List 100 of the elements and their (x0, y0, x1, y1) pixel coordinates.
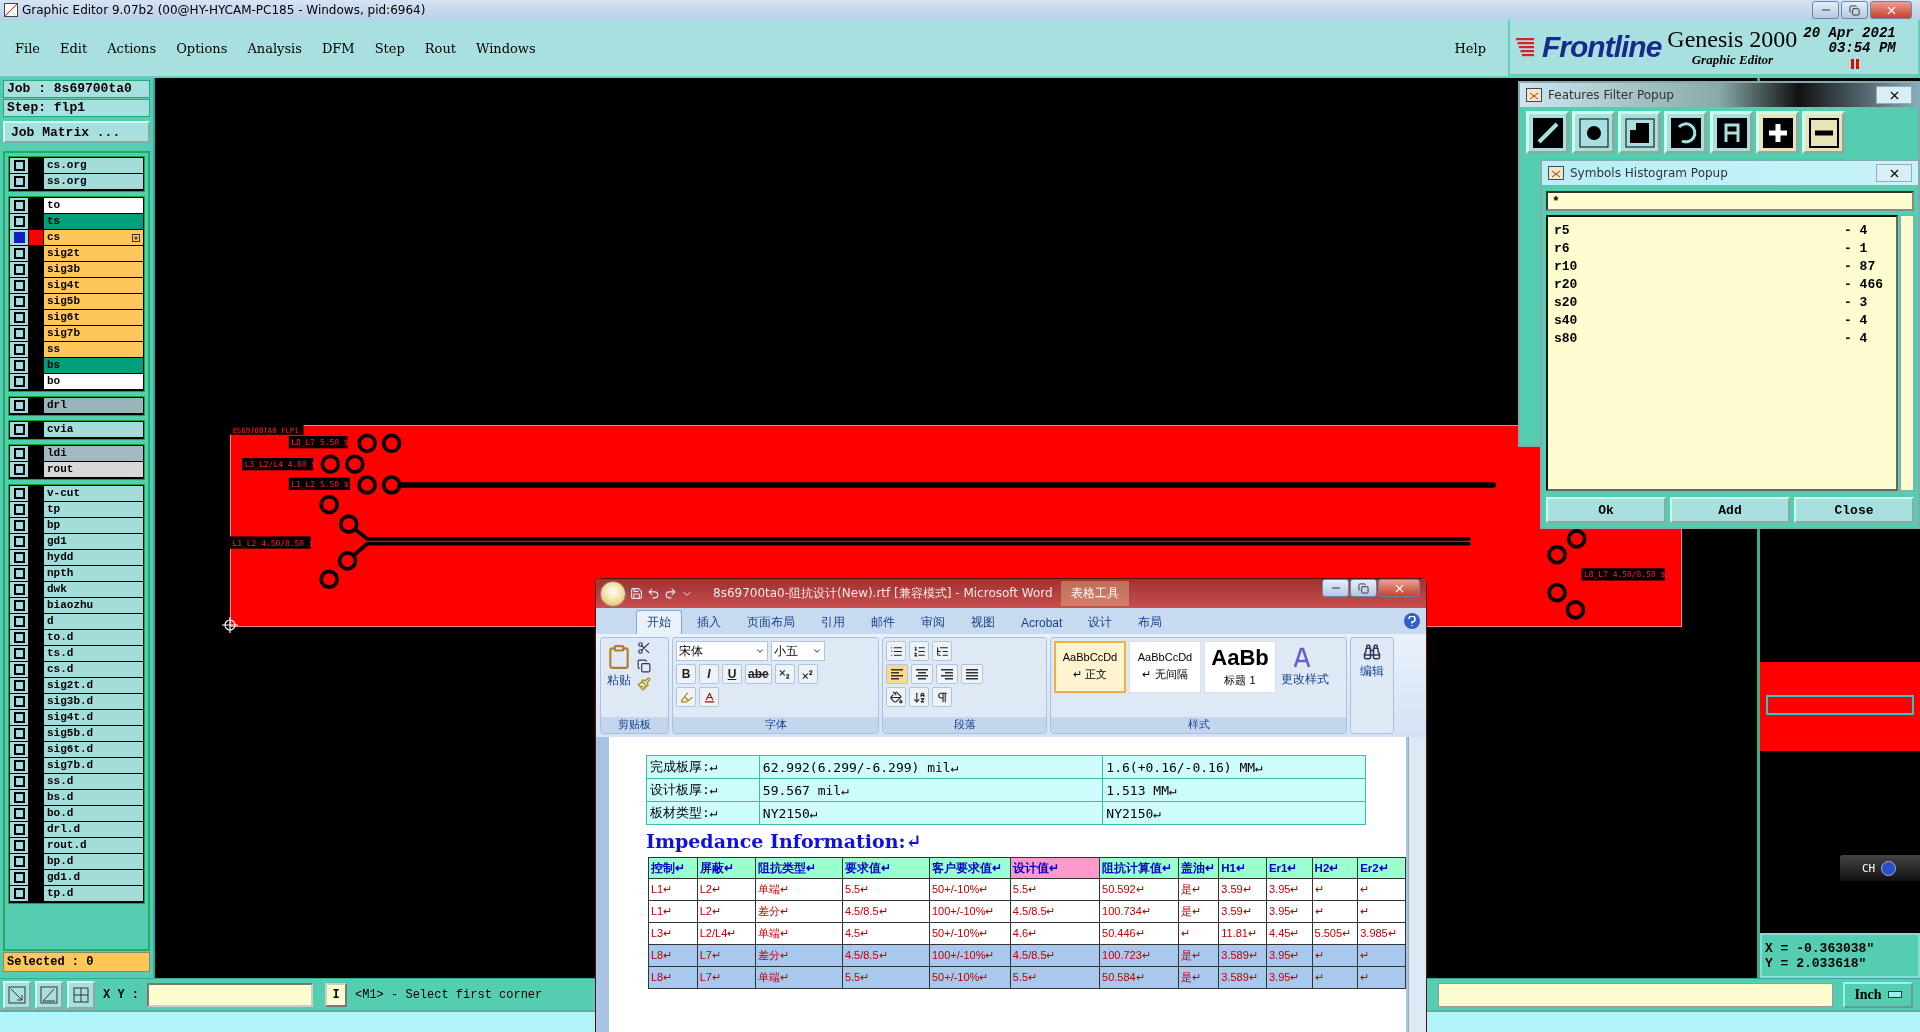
layer-checkbox[interactable] (13, 712, 25, 723)
layer-checkbox[interactable] (13, 280, 25, 291)
layer-checkbox[interactable] (13, 696, 25, 707)
font-style-button[interactable]: I (699, 664, 719, 684)
alignment-button[interactable] (911, 664, 933, 684)
layer-checkbox[interactable] (13, 464, 25, 475)
layer-name[interactable]: v-cut (44, 486, 143, 501)
layer-name[interactable]: bo.d (44, 806, 143, 821)
layer-name[interactable]: sig2t (44, 246, 143, 261)
layer-name[interactable]: cs.org (44, 158, 143, 173)
layer-name[interactable]: sig5b (44, 294, 143, 309)
layer-name[interactable]: ts (44, 214, 143, 229)
symbol-filter-field[interactable]: * (1546, 191, 1914, 211)
layer-checkbox[interactable] (13, 776, 25, 787)
layer-checkbox[interactable] (13, 232, 25, 243)
ribbon-tab[interactable]: 插入 (686, 610, 732, 634)
layer-checkbox[interactable] (13, 216, 25, 227)
layer-checkbox[interactable] (13, 600, 25, 611)
input-mode-button[interactable]: I (325, 982, 347, 1007)
layer-checkbox[interactable] (13, 632, 25, 643)
ribbon-tab[interactable]: Acrobat (1010, 610, 1074, 634)
angle-tool-button[interactable] (35, 980, 63, 1009)
font-style-button[interactable]: abe (745, 664, 772, 684)
units-button[interactable]: Inch (1843, 981, 1913, 1008)
highlight-button[interactable] (676, 687, 696, 707)
layer-name[interactable]: to (44, 198, 143, 213)
layer-checkbox[interactable] (13, 376, 25, 387)
minimize-button[interactable] (1322, 579, 1349, 597)
scrollbar[interactable] (1408, 737, 1426, 1032)
change-styles-button[interactable]: 更改样式 (1279, 644, 1331, 690)
ribbon-tab[interactable]: 开始 (636, 610, 682, 634)
show-marks-button[interactable] (932, 687, 952, 707)
layer-name[interactable]: sig2t.d (44, 678, 143, 693)
layer-name[interactable]: bo (44, 374, 143, 389)
scrollbar[interactable] (1900, 215, 1914, 491)
layer-checkbox[interactable] (13, 856, 25, 867)
layer-checkbox[interactable] (13, 448, 25, 459)
table-row[interactable]: L1↵ L2↵ 差分↵ 4.5/8.5↵ 100+/-10%↵ 4.5/8.5↵ 100.734↵ 是↵ 3.59↵ 3.95↵ ↵ ↵ (648, 900, 1406, 923)
layer-name[interactable]: cvia (44, 422, 143, 437)
layer-name[interactable]: hydd (44, 550, 143, 565)
help-icon[interactable] (1881, 860, 1897, 876)
style-option[interactable]: AaBbCcDd ↵ 正文 (1054, 641, 1126, 693)
layer-checkbox[interactable] (13, 488, 25, 499)
layer-checkbox[interactable] (13, 360, 25, 371)
font-style-button[interactable]: B (676, 664, 696, 684)
layer-name[interactable]: d (44, 614, 143, 629)
shading-button[interactable] (886, 687, 906, 707)
layer-name[interactable]: sig5b.d (44, 726, 143, 741)
help-menu[interactable]: Help (1454, 40, 1486, 56)
layer-name[interactable]: sig4t (44, 278, 143, 293)
layer-name[interactable]: npth (44, 566, 143, 581)
subscript-button[interactable] (774, 664, 795, 684)
layer-name[interactable]: sig6t (44, 310, 143, 325)
pad-filter-button[interactable] (1572, 111, 1615, 154)
layer-checkbox[interactable] (13, 648, 25, 659)
superscript-button[interactable] (797, 664, 818, 684)
input-language[interactable]: CH (1862, 861, 1876, 875)
layer-name[interactable]: tp.d (44, 886, 143, 901)
layer-name[interactable]: to.d (44, 630, 143, 645)
ribbon-tab[interactable]: 邮件 (860, 610, 906, 634)
layer-checkbox[interactable] (13, 792, 25, 803)
layer-name[interactable]: sig6t.d (44, 742, 143, 757)
alignment-button[interactable] (886, 664, 908, 684)
layer-checkbox[interactable] (13, 200, 25, 211)
ribbon-tab[interactable]: 设计 (1077, 610, 1124, 634)
layer-checkbox[interactable] (13, 536, 25, 547)
table-row[interactable]: L8↵ L7↵ 差分↵ 4.5/8.5↵ 100+/-10%↵ 4.5/8.5↵ 100.723↵ 是↵ 3.589↵ 3.95↵ ↵ ↵ (648, 944, 1406, 967)
layer-checkbox[interactable] (13, 808, 25, 819)
layer-checkbox[interactable] (13, 568, 25, 579)
layer-name[interactable]: sig7b (44, 326, 143, 341)
layer-name[interactable]: dwk (44, 582, 143, 597)
layer-checkbox[interactable] (13, 584, 25, 595)
layer-checkbox[interactable] (13, 520, 25, 531)
layer-checkbox[interactable] (13, 744, 25, 755)
layer-checkbox[interactable] (13, 504, 25, 515)
sort-button[interactable] (909, 687, 929, 707)
layer-checkbox[interactable] (13, 160, 25, 171)
copy-icon[interactable] (637, 659, 651, 673)
layer-name[interactable]: biaozhu (44, 598, 143, 613)
font-style-button[interactable]: U (722, 664, 742, 684)
multilevel-list-button[interactable] (932, 641, 952, 661)
alignment-button[interactable] (961, 664, 983, 684)
layer-name[interactable]: ts.d (44, 646, 143, 661)
layer-name[interactable]: ldi (44, 446, 143, 461)
numbering-button[interactable] (909, 641, 929, 661)
close-button[interactable] (1870, 1, 1912, 19)
font-color-button[interactable] (699, 687, 719, 707)
ribbon-tab[interactable]: 页面布局 (736, 610, 806, 634)
add-filter-button[interactable] (1756, 111, 1799, 154)
layer-name[interactable]: sig3b (44, 262, 143, 277)
style-option[interactable]: AaBb 标题 1 (1204, 641, 1276, 693)
menu-item[interactable]: Step (374, 40, 405, 56)
menu-item[interactable]: Analysis (247, 40, 302, 56)
alignment-button[interactable] (936, 664, 958, 684)
grid-tool-button[interactable] (67, 980, 95, 1009)
menu-item[interactable]: File (15, 40, 41, 56)
layer-checkbox[interactable] (13, 680, 25, 691)
layer-checkbox[interactable] (13, 728, 25, 739)
layer-name[interactable]: ss (44, 342, 143, 357)
line-filter-button[interactable] (1526, 111, 1569, 154)
